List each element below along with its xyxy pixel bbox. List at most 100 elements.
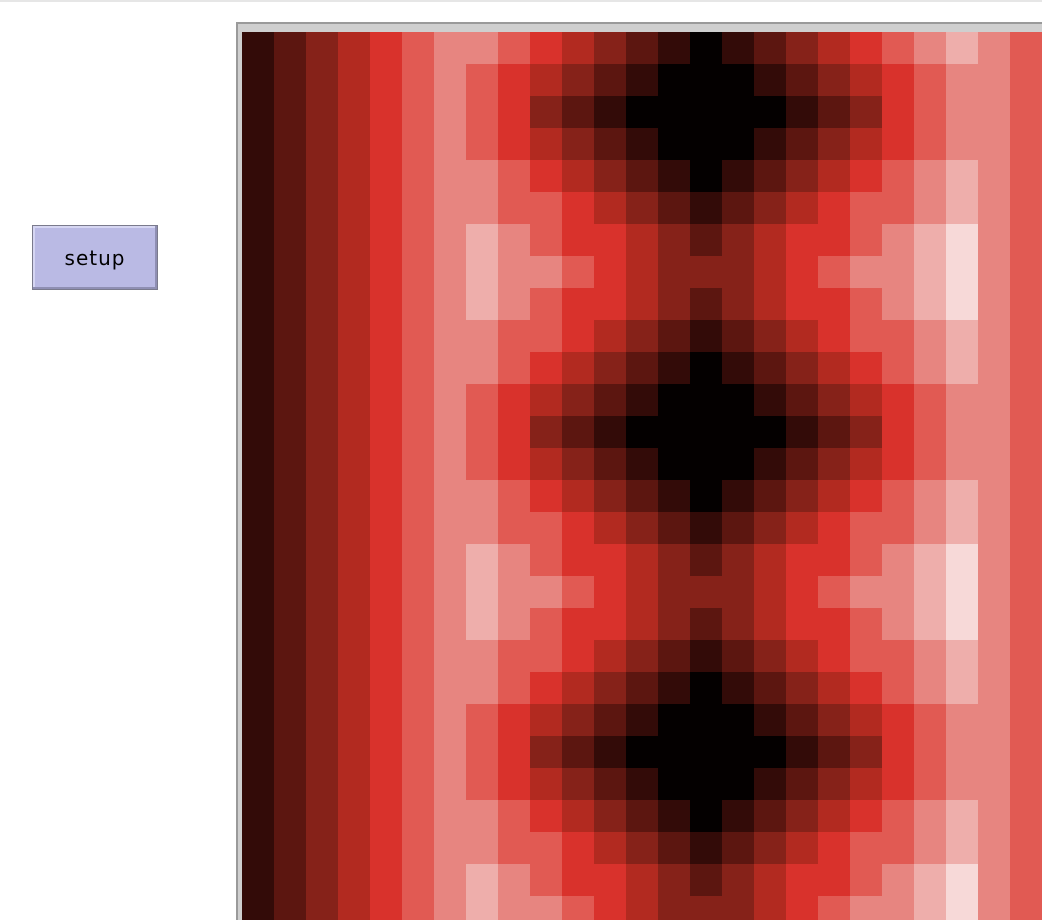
patch-cell <box>850 32 883 65</box>
patch-cell <box>274 64 307 97</box>
patch-cell <box>658 224 691 257</box>
patch-cell <box>274 608 307 641</box>
patch-cell <box>402 672 435 705</box>
patch-cell <box>530 320 563 353</box>
patch-cell <box>562 448 595 481</box>
patch-cell <box>594 544 627 577</box>
patch-cell <box>562 768 595 801</box>
patch-cell <box>1010 256 1042 289</box>
patch-cell <box>722 672 755 705</box>
patch-cell <box>914 64 947 97</box>
patch-cell <box>242 480 275 513</box>
patch-cell <box>434 64 467 97</box>
patch-cell <box>338 640 371 673</box>
patch-cell <box>850 672 883 705</box>
patch-cell <box>882 800 915 833</box>
patch-cell <box>1010 704 1042 737</box>
patch-cell <box>690 416 723 449</box>
patch-cell <box>1010 672 1042 705</box>
patch-cell <box>914 608 947 641</box>
patch-cell <box>626 832 659 865</box>
patch-cell <box>498 736 531 769</box>
patch-cell <box>338 352 371 385</box>
patch-cell <box>1010 768 1042 801</box>
patch-cell <box>434 864 467 897</box>
patch-cell <box>818 896 851 920</box>
patch-cell <box>914 736 947 769</box>
patch-cell <box>530 640 563 673</box>
patch-cell <box>466 640 499 673</box>
patch-cell <box>466 832 499 865</box>
patch-cell <box>946 96 979 129</box>
patch-cell <box>562 96 595 129</box>
patch-cell <box>562 832 595 865</box>
patch-cell <box>626 32 659 65</box>
patch-cell <box>1010 800 1042 833</box>
patch-cell <box>402 832 435 865</box>
patch-cell <box>402 256 435 289</box>
patch-cell <box>786 64 819 97</box>
patch-cell <box>882 224 915 257</box>
patch-cell <box>434 576 467 609</box>
patch-cell <box>562 736 595 769</box>
patch-cell <box>786 352 819 385</box>
patch-cell <box>274 416 307 449</box>
patch-cell <box>306 544 339 577</box>
patch-cell <box>370 704 403 737</box>
patch-cell <box>850 640 883 673</box>
patch-cell <box>882 64 915 97</box>
patch-cell <box>530 416 563 449</box>
patch-cell <box>946 416 979 449</box>
patch-cell <box>658 800 691 833</box>
patch-cell <box>786 800 819 833</box>
patch-cell <box>882 160 915 193</box>
patch-cell <box>370 96 403 129</box>
patch-cell <box>370 32 403 65</box>
patch-cell <box>498 896 531 920</box>
patch-cell <box>690 768 723 801</box>
patch-cell <box>786 768 819 801</box>
patch-cell <box>498 256 531 289</box>
patch-cell <box>722 384 755 417</box>
patch-cell <box>498 672 531 705</box>
patch-cell <box>498 832 531 865</box>
patch-cell <box>946 704 979 737</box>
patch-cell <box>786 416 819 449</box>
world-view[interactable] <box>242 32 1042 920</box>
patch-cell <box>594 864 627 897</box>
patch-cell <box>978 896 1011 920</box>
patch-cell <box>786 864 819 897</box>
patch-cell <box>978 160 1011 193</box>
patch-cell <box>370 672 403 705</box>
patch-cell <box>818 576 851 609</box>
patch-cell <box>274 864 307 897</box>
patch-cell <box>242 128 275 161</box>
patch-cell <box>754 640 787 673</box>
patch-cell <box>1010 320 1042 353</box>
setup-button[interactable]: setup <box>32 225 158 290</box>
patch-cell <box>274 384 307 417</box>
patch-cell <box>786 736 819 769</box>
patch-cell <box>722 832 755 865</box>
patch-cell <box>242 416 275 449</box>
patch-cell <box>562 224 595 257</box>
patch-cell <box>658 832 691 865</box>
patch-cell <box>658 256 691 289</box>
patch-cell <box>946 192 979 225</box>
patch-cell <box>786 32 819 65</box>
patch-cell <box>338 480 371 513</box>
patch-cell <box>434 192 467 225</box>
patch-cell <box>850 352 883 385</box>
patch-cell <box>690 448 723 481</box>
patch-cell <box>466 384 499 417</box>
patch-cell <box>1010 384 1042 417</box>
patch-cell <box>402 480 435 513</box>
patch-cell <box>274 448 307 481</box>
patch-cell <box>626 288 659 321</box>
patch-cell <box>818 800 851 833</box>
patch-cell <box>402 768 435 801</box>
patch-cell <box>658 352 691 385</box>
patch-cell <box>562 128 595 161</box>
patch-cell <box>1010 224 1042 257</box>
patch-cell <box>626 320 659 353</box>
